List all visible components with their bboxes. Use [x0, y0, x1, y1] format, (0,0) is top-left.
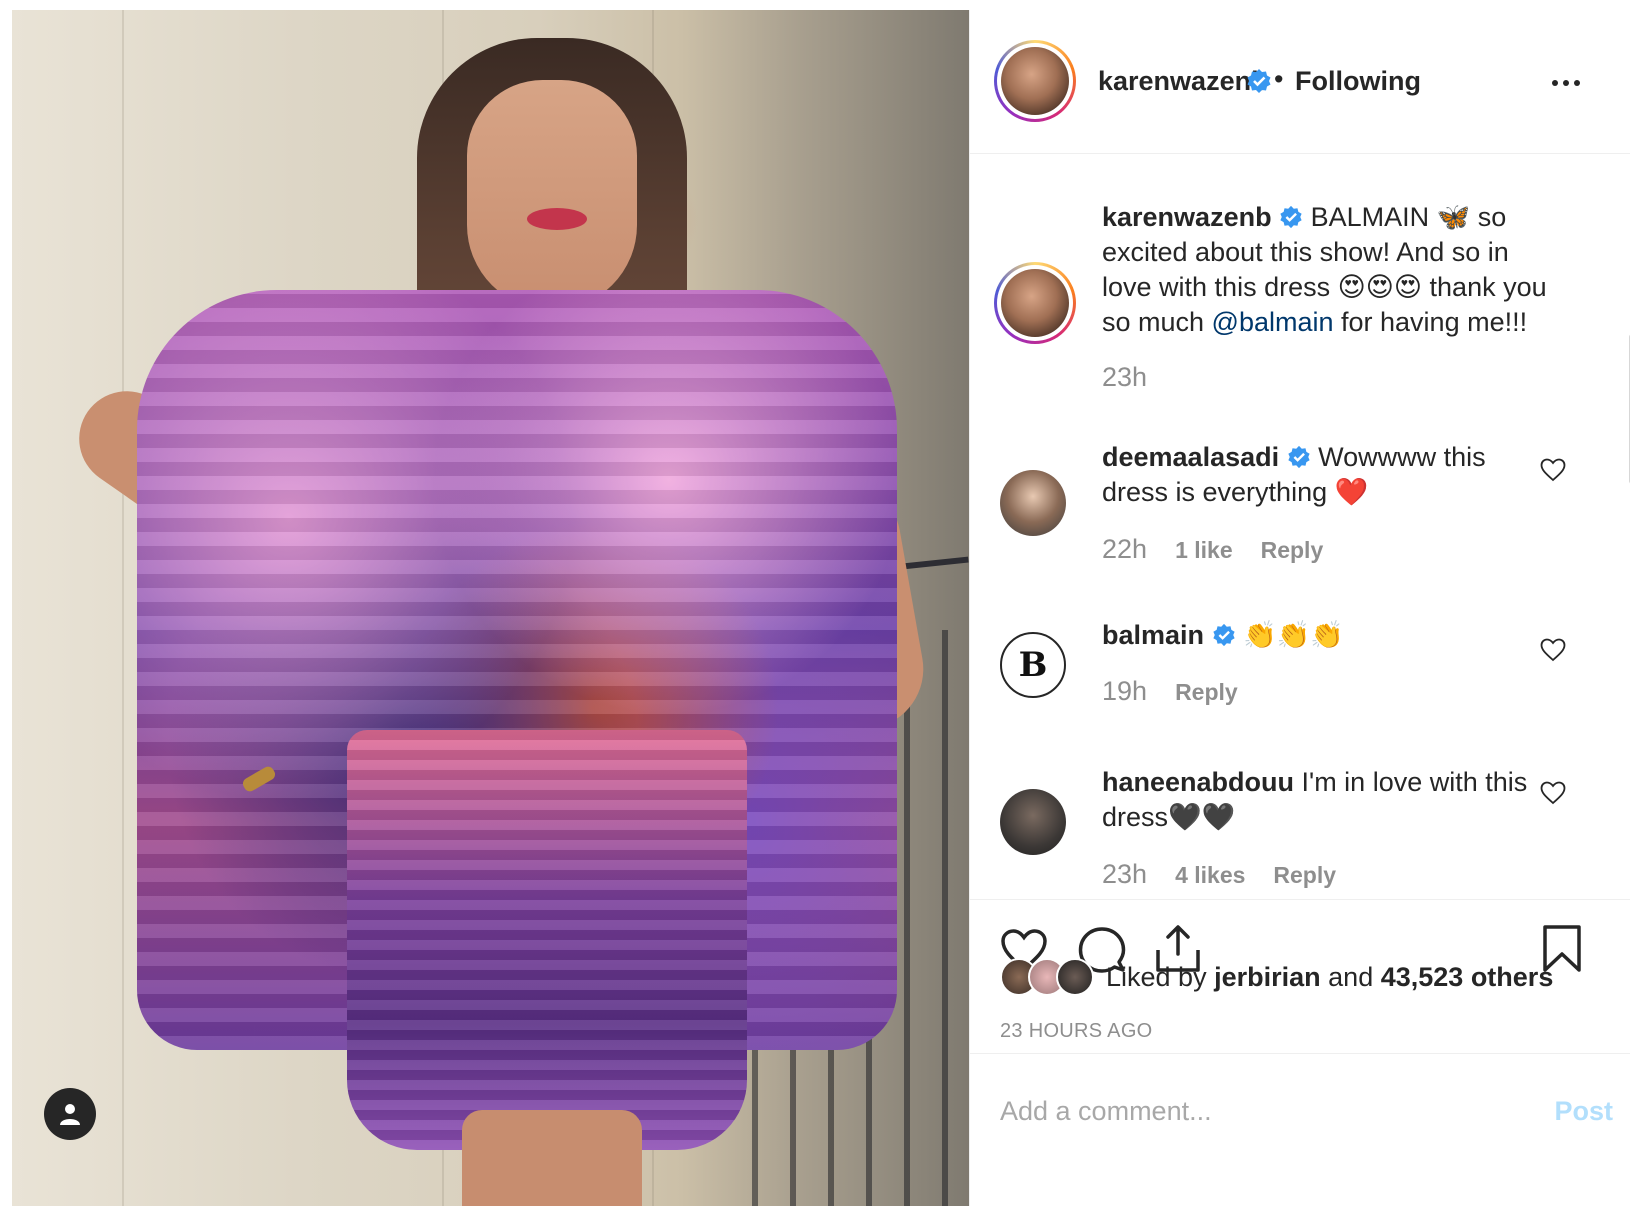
post-photo[interactable]: [12, 10, 969, 1206]
comment-username[interactable]: deemaalasadi: [1102, 442, 1279, 472]
avatar: [1001, 47, 1069, 115]
reply-button[interactable]: Reply: [1175, 679, 1238, 706]
caption-username[interactable]: karenwazenb: [1102, 202, 1272, 232]
avatar[interactable]: [1056, 958, 1094, 996]
likes-count[interactable]: 43,523 others: [1381, 962, 1554, 992]
following-button[interactable]: Following: [1295, 66, 1421, 97]
add-comment-bar: Add a comment... Post: [970, 1053, 1630, 1207]
comment-meta: 19h Reply: [1102, 676, 1238, 707]
comment-likes[interactable]: 1 like: [1175, 537, 1233, 564]
heart-icon[interactable]: [1540, 781, 1566, 805]
verified-badge-icon: [1212, 623, 1235, 647]
face-shape: [467, 80, 637, 310]
tagged-users-button[interactable]: [44, 1088, 96, 1140]
avatar[interactable]: [1000, 470, 1066, 536]
comment-text: haneenabdouu I'm in love with this dress…: [1102, 765, 1552, 835]
user-icon: [60, 1104, 80, 1125]
comment-meta: 23h 4 likes Reply: [1102, 859, 1336, 890]
likes-text[interactable]: Liked by jerbirian and 43,523 others: [1106, 962, 1553, 993]
avatar: [1001, 269, 1069, 337]
comment-meta: 22h 1 like Reply: [1102, 534, 1323, 565]
caption-text: karenwazenb BALMAIN 🦋 so excited about t…: [1102, 200, 1552, 340]
caption-meta: 23h: [1102, 362, 1147, 393]
comment-time[interactable]: 19h: [1102, 676, 1147, 707]
heart-icon[interactable]: [1540, 458, 1566, 482]
comment-username[interactable]: haneenabdouu: [1102, 767, 1294, 797]
mention-link[interactable]: @balmain: [1212, 307, 1334, 337]
heart-icon[interactable]: [1540, 638, 1566, 662]
verified-badge-icon: [1280, 205, 1302, 229]
lips-shape: [527, 208, 587, 230]
comment-time[interactable]: 22h: [1102, 534, 1147, 565]
avatar[interactable]: B: [1000, 632, 1066, 698]
comment-text: deemaalasadi Wowwww this dress is everyt…: [1102, 440, 1552, 510]
comment-body: 👏👏👏: [1243, 620, 1344, 650]
wall-detail: [122, 10, 124, 1206]
verified-badge-icon: [1247, 69, 1271, 93]
caption-avatar[interactable]: [994, 262, 1076, 344]
comment-likes[interactable]: 4 likes: [1175, 862, 1245, 889]
post-actions: Liked by jerbirian and 43,523 others 23 …: [970, 899, 1630, 1052]
author-avatar[interactable]: [994, 40, 1076, 122]
comment-input[interactable]: Add a comment...: [1000, 1096, 1212, 1127]
reply-button[interactable]: Reply: [1261, 537, 1324, 564]
post-side-panel: karenwazenb • Following karenwazenb BALM…: [969, 10, 1630, 1206]
author-username[interactable]: karenwazenb: [1098, 66, 1268, 97]
liker-username[interactable]: jerbirian: [1214, 962, 1321, 992]
caption-body-end: for having me!!!: [1333, 307, 1528, 337]
comment-time[interactable]: 23h: [1102, 859, 1147, 890]
comment-username[interactable]: balmain: [1102, 620, 1204, 650]
post-header: karenwazenb • Following: [970, 10, 1630, 154]
post-modal: karenwazenb • Following karenwazenb BALM…: [4, 4, 1630, 1206]
post-comment-button[interactable]: Post: [1554, 1096, 1613, 1127]
comments-list[interactable]: karenwazenb BALMAIN 🦋 so excited about t…: [970, 154, 1630, 899]
verified-badge-icon: [1288, 445, 1310, 469]
post-timestamp[interactable]: 23 HOURS AGO: [1000, 1020, 1153, 1043]
separator-dot: •: [1274, 64, 1284, 94]
more-options-icon[interactable]: [1552, 70, 1592, 96]
reply-button[interactable]: Reply: [1273, 862, 1336, 889]
legs-shape: [462, 1110, 642, 1206]
avatar[interactable]: [1000, 789, 1066, 855]
caption-time[interactable]: 23h: [1102, 362, 1147, 393]
dress-skirt: [347, 730, 747, 1150]
likes-and: and: [1328, 961, 1374, 992]
comment-text: balmain 👏👏👏: [1102, 618, 1552, 653]
likes-prefix: Liked by: [1106, 961, 1207, 992]
likes-summary: Liked by jerbirian and 43,523 others: [1000, 958, 1553, 996]
